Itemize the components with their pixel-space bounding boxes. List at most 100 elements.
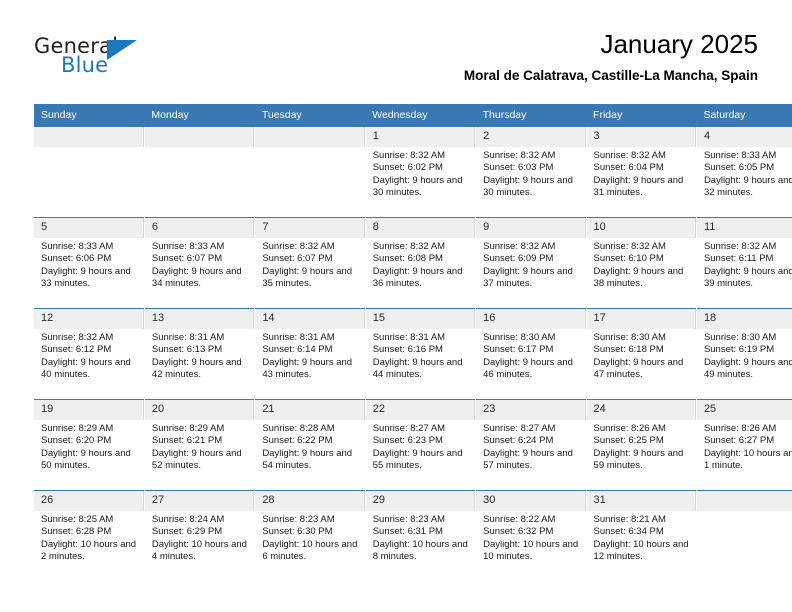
- day-details: Sunrise: 8:32 AM Sunset: 6:11 PM Daylight:…: [697, 238, 792, 291]
- calendar-day-cell[interactable]: 30 Sunrise: 8:22 AM Sunset: 6:32 PM Dayligh…: [475, 490, 587, 581]
- daylight-text: Daylight: 10 hours and 1 minute.: [703, 447, 792, 472]
- daylight-text: Daylight: 9 hours and 59 minutes.: [593, 447, 684, 472]
- day-number: [34, 127, 144, 147]
- sunrise-text: Sunrise: 8:32 AM: [262, 241, 335, 252]
- general-blue-logo[interactable]: General Blue: [34, 34, 174, 84]
- sunset-text: Sunset: 6:34 PM: [593, 526, 664, 538]
- day-number: 26: [34, 491, 144, 511]
- daylight-text: Daylight: 10 hours and 2 minutes.: [41, 538, 137, 563]
- day-details: Sunrise: 8:32 AM Sunset: 6:03 PM Daylight:…: [476, 147, 585, 200]
- day-number: 19: [34, 400, 144, 420]
- calendar-day-cell[interactable]: 4 Sunrise: 8:33 AM Sunset: 6:05 PM Daylight…: [696, 127, 792, 218]
- sunrise-text: Sunrise: 8:27 AM: [372, 423, 446, 434]
- calendar-day-cell[interactable]: 21 Sunrise: 8:28 AM Sunset: 6:22 PM Dayligh…: [254, 399, 366, 491]
- day-details: Sunrise: 8:27 AM Sunset: 6:24 PM Daylight:…: [476, 420, 585, 473]
- day-number: 27: [144, 491, 255, 511]
- day-number: 9: [476, 218, 586, 238]
- calendar-day-cell[interactable]: 29 Sunrise: 8:23 AM Sunset: 6:31 PM Dayligh…: [365, 490, 477, 581]
- sunset-text: Sunset: 6:32 PM: [483, 526, 554, 538]
- weekday-header-saturday: Saturday: [696, 104, 792, 127]
- sunset-text: Sunset: 6:13 PM: [151, 344, 223, 356]
- day-number: 30: [476, 491, 586, 511]
- sunrise-text: Sunrise: 8:24 AM: [151, 514, 225, 525]
- calendar-day-cell[interactable]: 26 Sunrise: 8:25 AM Sunset: 6:28 PM Dayligh…: [34, 490, 145, 581]
- calendar-week-row: 1 Sunrise: 8:32 AM Sunset: 6:02 PM Daylight…: [34, 127, 792, 218]
- calendar-header-row: Sunday Monday Tuesday Wednesday Thursday…: [34, 104, 792, 127]
- calendar-day-cell[interactable]: 9 Sunrise: 8:32 AM Sunset: 6:09 PM Daylight…: [475, 217, 587, 309]
- sunrise-text: Sunrise: 8:33 AM: [151, 241, 225, 252]
- calendar-day-cell[interactable]: 25 Sunrise: 8:26 AM Sunset: 6:27 PM Dayligh…: [696, 399, 792, 491]
- calendar-day-cell[interactable]: 3 Sunrise: 8:32 AM Sunset: 6:04 PM Daylight…: [586, 127, 697, 218]
- calendar-day-cell[interactable]: 7 Sunrise: 8:32 AM Sunset: 6:07 PM Daylight…: [254, 217, 366, 309]
- calendar-day-cell[interactable]: 17 Sunrise: 8:30 AM Sunset: 6:18 PM Dayligh…: [586, 308, 697, 400]
- daylight-text: Daylight: 10 hours and 8 minutes.: [372, 538, 468, 563]
- calendar-day-cell[interactable]: 20 Sunrise: 8:29 AM Sunset: 6:21 PM Dayligh…: [144, 399, 256, 491]
- calendar-day-cell[interactable]: 19 Sunrise: 8:29 AM Sunset: 6:20 PM Dayligh…: [34, 399, 145, 491]
- calendar-day-cell[interactable]: 6 Sunrise: 8:33 AM Sunset: 6:07 PM Daylight…: [144, 217, 256, 309]
- calendar-day-cell[interactable]: 5 Sunrise: 8:33 AM Sunset: 6:06 PM Daylight…: [34, 217, 145, 309]
- sunset-text: Sunset: 6:14 PM: [262, 344, 333, 356]
- calendar-body: 1 Sunrise: 8:32 AM Sunset: 6:02 PM Daylight…: [34, 127, 792, 581]
- calendar-day-cell[interactable]: 15 Sunrise: 8:31 AM Sunset: 6:16 PM Dayligh…: [365, 308, 477, 400]
- calendar-day-cell[interactable]: 2 Sunrise: 8:32 AM Sunset: 6:03 PM Daylight…: [475, 127, 587, 218]
- calendar-day-cell[interactable]: 16 Sunrise: 8:30 AM Sunset: 6:17 PM Dayligh…: [475, 308, 587, 400]
- daylight-text: Daylight: 10 hours and 6 minutes.: [262, 538, 358, 563]
- calendar-day-cell[interactable]: 23 Sunrise: 8:27 AM Sunset: 6:24 PM Dayligh…: [475, 399, 587, 491]
- daylight-text: Daylight: 9 hours and 49 minutes.: [703, 356, 792, 381]
- sunset-text: Sunset: 6:21 PM: [151, 435, 223, 447]
- sunset-text: Sunset: 6:12 PM: [41, 344, 112, 356]
- calendar-day-cell[interactable]: 31 Sunrise: 8:21 AM Sunset: 6:34 PM Dayligh…: [586, 490, 697, 581]
- daylight-text: Daylight: 9 hours and 33 minutes.: [41, 265, 131, 290]
- sunset-text: Sunset: 6:05 PM: [703, 162, 775, 174]
- calendar-day-cell[interactable]: 10 Sunrise: 8:32 AM Sunset: 6:10 PM Dayligh…: [586, 217, 697, 309]
- sunrise-text: Sunrise: 8:32 AM: [372, 241, 446, 252]
- weekday-header-monday: Monday: [144, 104, 255, 127]
- sunrise-text: Sunrise: 8:29 AM: [41, 423, 114, 434]
- sunset-text: Sunset: 6:20 PM: [41, 435, 112, 447]
- calendar-day-cell[interactable]: 18 Sunrise: 8:30 AM Sunset: 6:19 PM Dayligh…: [696, 308, 792, 400]
- calendar-day-cell[interactable]: 11 Sunrise: 8:32 AM Sunset: 6:11 PM Dayligh…: [696, 217, 792, 309]
- sunrise-text: Sunrise: 8:27 AM: [483, 423, 556, 434]
- sunrise-text: Sunrise: 8:32 AM: [483, 150, 556, 161]
- calendar-table: Sunday Monday Tuesday Wednesday Thursday…: [34, 104, 792, 581]
- sunset-text: Sunset: 6:23 PM: [372, 435, 443, 447]
- calendar-day-cell-empty: [144, 127, 256, 218]
- calendar-day-cell-empty: [254, 127, 366, 218]
- weekday-header-thursday: Thursday: [475, 104, 587, 127]
- daylight-text: Daylight: 10 hours and 12 minutes.: [593, 538, 689, 563]
- sunset-text: Sunset: 6:24 PM: [483, 435, 554, 447]
- daylight-text: Daylight: 9 hours and 43 minutes.: [262, 356, 353, 381]
- day-details: Sunrise: 8:32 AM Sunset: 6:10 PM Daylight:…: [587, 238, 696, 291]
- calendar-day-cell[interactable]: 22 Sunrise: 8:27 AM Sunset: 6:23 PM Dayligh…: [365, 399, 477, 491]
- sunrise-text: Sunrise: 8:21 AM: [593, 514, 666, 525]
- daylight-text: Daylight: 9 hours and 35 minutes.: [262, 265, 353, 290]
- day-number: 13: [144, 309, 255, 329]
- calendar-day-cell[interactable]: 24 Sunrise: 8:26 AM Sunset: 6:25 PM Dayligh…: [586, 399, 697, 491]
- sunset-text: Sunset: 6:03 PM: [483, 162, 554, 174]
- calendar-day-cell[interactable]: 13 Sunrise: 8:31 AM Sunset: 6:13 PM Dayligh…: [144, 308, 256, 400]
- day-details: Sunrise: 8:22 AM Sunset: 6:32 PM Daylight:…: [476, 511, 585, 564]
- calendar-day-cell[interactable]: 8 Sunrise: 8:32 AM Sunset: 6:08 PM Daylight…: [365, 217, 477, 309]
- day-number: [255, 127, 365, 147]
- sunrise-text: Sunrise: 8:26 AM: [593, 423, 666, 434]
- calendar-day-cell[interactable]: 12 Sunrise: 8:32 AM Sunset: 6:12 PM Dayligh…: [34, 308, 145, 400]
- calendar-day-cell[interactable]: 14 Sunrise: 8:31 AM Sunset: 6:14 PM Dayligh…: [254, 308, 366, 400]
- daylight-text: Daylight: 9 hours and 31 minutes.: [593, 174, 684, 199]
- sunrise-text: Sunrise: 8:30 AM: [703, 332, 777, 343]
- calendar-day-cell[interactable]: 1 Sunrise: 8:32 AM Sunset: 6:02 PM Daylight…: [365, 127, 477, 218]
- day-details: Sunrise: 8:29 AM Sunset: 6:20 PM Daylight:…: [34, 420, 144, 473]
- day-number: 1: [365, 127, 476, 147]
- daylight-text: Daylight: 9 hours and 55 minutes.: [372, 447, 463, 472]
- day-number: 29: [365, 491, 476, 511]
- calendar-day-cell[interactable]: 28 Sunrise: 8:23 AM Sunset: 6:30 PM Dayligh…: [254, 490, 366, 581]
- daylight-text: Daylight: 9 hours and 36 minutes.: [372, 265, 463, 290]
- day-number: 20: [144, 400, 255, 420]
- sunrise-text: Sunrise: 8:31 AM: [372, 332, 446, 343]
- calendar-day-cell[interactable]: 27 Sunrise: 8:24 AM Sunset: 6:29 PM Dayligh…: [144, 490, 256, 581]
- day-number: 28: [255, 491, 365, 511]
- day-number: 12: [34, 309, 144, 329]
- sunrise-text: Sunrise: 8:25 AM: [41, 514, 114, 525]
- day-number: 4: [696, 127, 792, 147]
- day-number: [696, 491, 792, 511]
- daylight-text: Daylight: 9 hours and 44 minutes.: [372, 356, 463, 381]
